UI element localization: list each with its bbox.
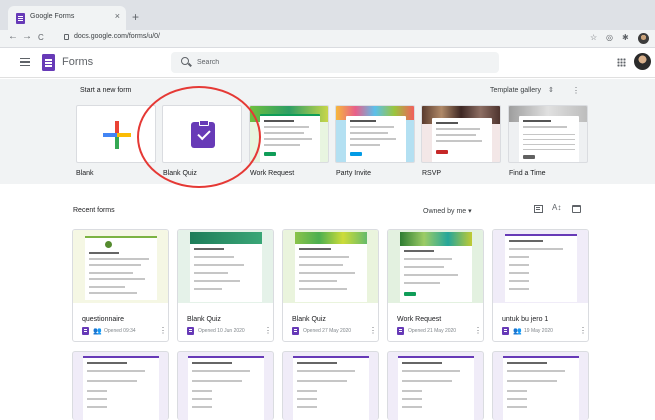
extension-icon[interactable]: ◎ — [606, 33, 613, 42]
forms-logo-icon[interactable] — [42, 54, 55, 71]
form-opened-date: Opened 10 Jun 2020 — [198, 328, 245, 334]
folder-icon[interactable] — [572, 205, 581, 213]
recent-form-card[interactable]: Work Request Opened 21 May 2020 ⋮ — [387, 229, 484, 342]
highlight-circle-annotation — [137, 86, 261, 188]
recent-form-card[interactable] — [72, 351, 169, 420]
browser-tab-bar: Google Forms × + — [0, 0, 655, 30]
form-opened-date: Opened 09:34 — [104, 328, 136, 334]
search-icon[interactable] — [181, 57, 189, 65]
recent-form-card[interactable] — [492, 351, 589, 420]
form-preview — [346, 116, 406, 162]
account-avatar[interactable] — [634, 53, 651, 70]
shared-people-icon: 👥 — [513, 328, 522, 335]
forms-favicon-icon — [16, 13, 25, 24]
template-label: RSVP — [422, 170, 442, 177]
more-options-icon[interactable]: ⋮ — [264, 326, 272, 335]
forms-file-icon — [397, 327, 404, 335]
sort-az-icon[interactable]: A↕ — [552, 203, 561, 212]
app-header: Forms — [0, 48, 655, 78]
form-thumbnail — [73, 230, 168, 303]
form-preview — [260, 114, 320, 162]
recent-form-card[interactable] — [282, 351, 379, 420]
form-name: untuk bu jero 1 — [502, 316, 549, 323]
tab-close-icon[interactable]: × — [115, 11, 120, 21]
more-options-icon[interactable]: ⋮ — [369, 326, 377, 335]
recent-form-card[interactable] — [177, 351, 274, 420]
recent-form-card[interactable]: Blank Quiz Opened 27 May 2020 ⋮ — [282, 229, 379, 342]
recent-forms-title: Recent forms — [73, 207, 115, 214]
template-gallery-button[interactable]: Template gallery — [490, 87, 541, 94]
tab-title: Google Forms — [30, 13, 75, 20]
form-thumbnail — [388, 230, 483, 303]
star-icon[interactable]: ☆ — [590, 33, 597, 42]
lock-icon — [64, 34, 69, 40]
unfold-icon[interactable]: ⇕ — [548, 86, 554, 94]
forward-icon[interactable]: → — [22, 31, 32, 42]
form-thumbnail — [503, 356, 579, 420]
form-thumbnail — [283, 230, 378, 303]
forms-file-icon — [187, 327, 194, 335]
form-opened-date: 19 May 2020 — [524, 328, 553, 334]
template-rsvp[interactable] — [421, 105, 501, 163]
recent-form-card[interactable]: Blank Quiz Opened 10 Jun 2020 ⋮ — [177, 229, 274, 342]
start-new-form-section: Start a new form Template gallery ⇕ ⋮ Bl… — [0, 79, 655, 184]
recent-form-card[interactable]: questionnaire 👥 Opened 09:34 ⋮ — [72, 229, 169, 342]
more-options-icon[interactable]: ⋮ — [474, 326, 482, 335]
url-field[interactable]: docs.google.com/forms/u/0/ — [74, 33, 160, 40]
search-input[interactable] — [197, 55, 487, 70]
template-label: Find a Time — [509, 170, 546, 177]
form-thumbnail — [178, 230, 273, 303]
owned-by-dropdown[interactable]: Owned by me ▾ — [423, 207, 472, 215]
forms-file-icon — [82, 327, 89, 335]
back-icon[interactable]: ← — [8, 31, 18, 42]
form-preview — [432, 118, 492, 162]
more-options-icon[interactable]: ⋮ — [159, 326, 167, 335]
apps-grid-icon[interactable] — [617, 58, 626, 67]
form-thumbnail — [83, 356, 159, 420]
form-thumbnail — [493, 230, 588, 303]
section-title: Start a new form — [80, 87, 132, 94]
form-opened-date: Opened 27 May 2020 — [303, 328, 352, 334]
template-work-request[interactable] — [249, 105, 329, 163]
form-name: Work Request — [397, 316, 442, 323]
search-bar[interactable] — [171, 52, 499, 73]
form-opened-date: Opened 21 May 2020 — [408, 328, 457, 334]
recent-form-card[interactable]: untuk bu jero 1 👥 19 May 2020 ⋮ — [492, 229, 589, 342]
template-label: Party Invite — [336, 170, 372, 177]
forms-file-icon — [292, 327, 299, 335]
template-label: Work Request — [250, 170, 295, 177]
form-name: Blank Quiz — [292, 316, 326, 323]
new-tab-button[interactable]: + — [132, 10, 139, 24]
forms-file-icon — [502, 327, 509, 335]
shared-people-icon: 👥 — [93, 328, 102, 335]
form-preview — [519, 116, 579, 162]
recent-form-card[interactable] — [387, 351, 484, 420]
more-options-icon[interactable]: ⋮ — [579, 326, 587, 335]
reload-icon[interactable]: C — [38, 33, 44, 42]
form-thumbnail — [293, 356, 369, 420]
form-thumbnail — [188, 356, 264, 420]
address-bar: ← → C docs.google.com/forms/u/0/ ☆ ◎ ✱ — [0, 30, 655, 48]
form-name: questionnaire — [82, 316, 125, 323]
puzzle-icon[interactable]: ✱ — [622, 33, 629, 42]
more-options-icon[interactable]: ⋮ — [572, 86, 580, 95]
list-view-icon[interactable] — [534, 205, 543, 213]
main-menu-icon[interactable] — [20, 58, 30, 66]
app-title[interactable]: Forms — [62, 56, 93, 68]
browser-tab[interactable]: Google Forms × — [8, 6, 126, 30]
browser-profile-avatar[interactable] — [638, 33, 649, 44]
plus-icon — [103, 121, 131, 149]
template-party-invite[interactable] — [335, 105, 415, 163]
form-thumbnail — [398, 356, 474, 420]
template-label: Blank — [76, 170, 94, 177]
template-find-a-time[interactable] — [508, 105, 588, 163]
form-name: Blank Quiz — [187, 316, 221, 323]
